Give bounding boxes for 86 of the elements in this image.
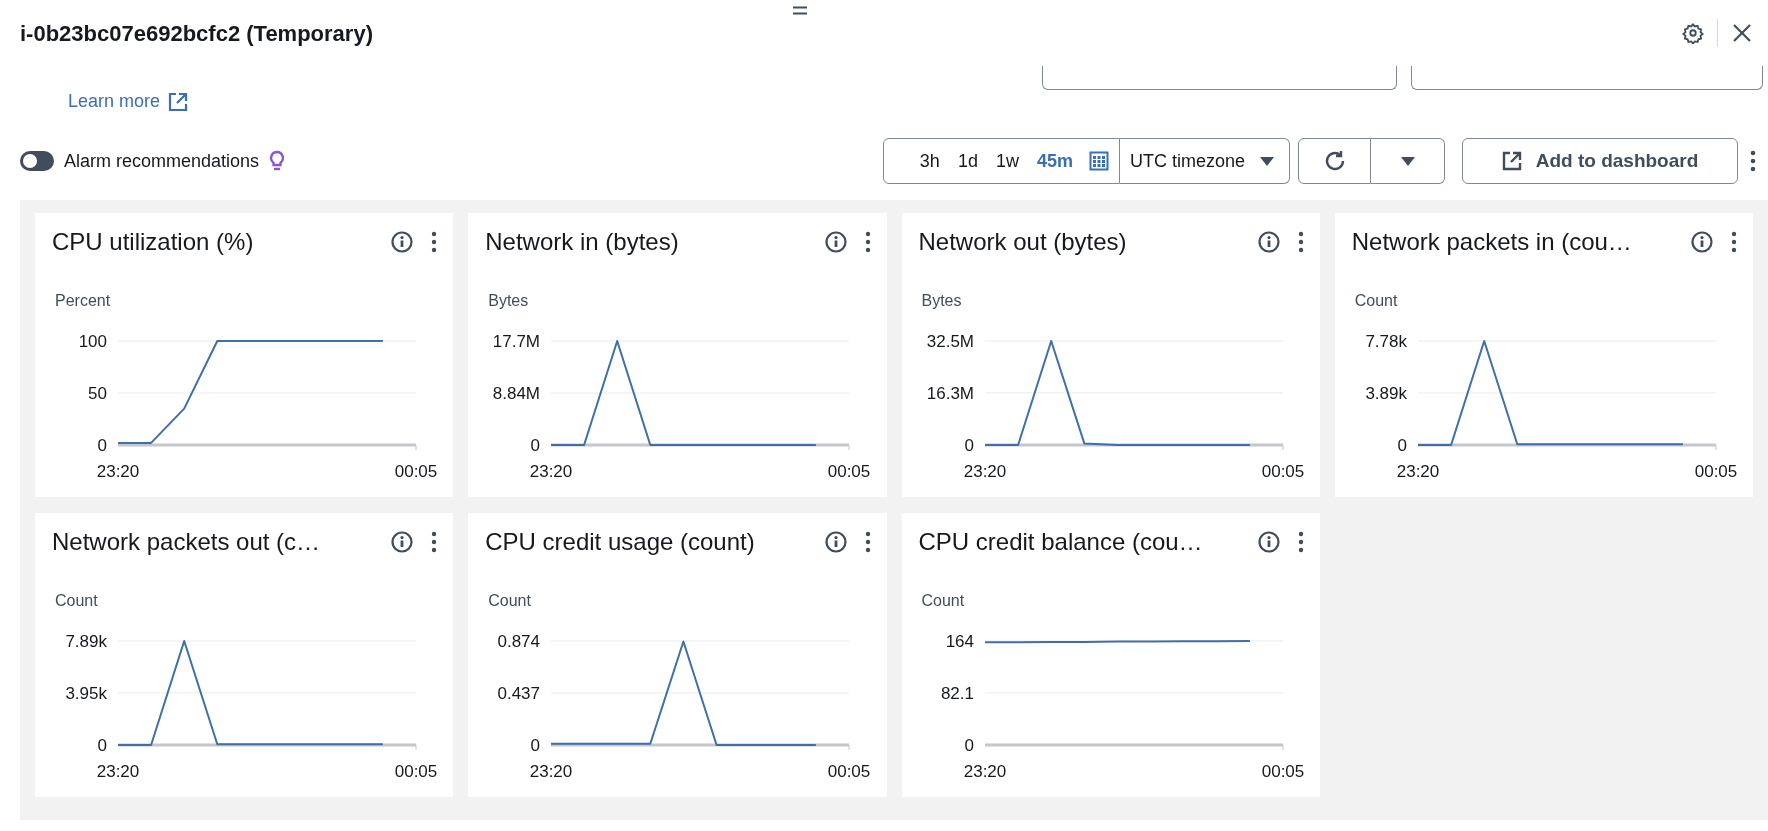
widget-title: CPU credit balance (cou… [918,527,1203,557]
axis-tick-label: 0 [1397,436,1407,455]
timezone-dropdown[interactable]: UTC timezone [1119,138,1290,184]
info-icon[interactable] [824,231,847,253]
axis-tick-label: 0.437 [497,684,541,703]
calendar-icon[interactable] [1088,151,1109,171]
info-icon[interactable] [824,531,847,553]
axis-title: Bytes [487,291,530,311]
axis-tick-label: 23:20 [530,762,573,781]
axis-tick-label: 0.874 [497,632,541,651]
toggle-switch[interactable] [20,151,54,171]
axis-tick-label: 0 [964,736,974,755]
axis-tick-label: 50 [88,384,107,403]
axis-tick-label: 23:20 [530,462,573,481]
axis-tick-label: 23:20 [1396,462,1439,481]
axis-title: Count [920,591,966,611]
settings-icon[interactable] [1681,21,1705,45]
axis-tick-label: 164 [945,632,974,651]
axis-tick-label: 23:20 [96,762,140,781]
more-options-icon[interactable] [431,531,438,553]
axis-tick-label: 00:05 [394,762,438,781]
time-range-option[interactable]: 1w [995,147,1019,175]
more-options-icon[interactable] [1297,231,1304,253]
more-options-icon[interactable] [1297,531,1304,553]
axis-tick-label: 0 [964,436,974,455]
external-link-icon [1501,151,1522,171]
info-icon[interactable] [1257,231,1280,253]
axis-tick-label: 16.3M [926,383,974,403]
more-options-icon[interactable] [1750,150,1756,172]
widget-title: CPU utilization (%) [52,227,254,257]
more-options-icon[interactable] [864,531,871,553]
info-icon[interactable] [1257,531,1280,553]
widget-title: Network in (bytes) [485,227,679,257]
caret-down-icon [1259,155,1275,167]
axis-tick-label: 0 [530,736,541,755]
axis-tick-label: 0 [97,436,107,455]
widget-title: Network packets out (c… [52,527,321,557]
time-range-option[interactable]: 1d [957,147,978,175]
axis-tick-label: 23:20 [963,462,1006,481]
more-options-icon[interactable] [431,231,438,253]
axis-tick-label: 3.95k [65,683,107,703]
input-field[interactable] [1411,66,1763,90]
axis-tick-label: 32.5M [926,332,974,351]
drag-handle-icon[interactable] [792,6,808,15]
axis-tick-label: 00:05 [828,762,871,781]
axis-tick-label: 7.78k [1365,332,1407,351]
axis-tick-label: 82.1 [940,683,974,703]
learn-more-link[interactable]: Learn more [68,88,189,115]
axis-tick-label: 7.89k [65,632,107,651]
panel-title: i-0b23bc07e692bcfc2 (Temporary) [20,19,373,48]
axis-tick-label: 8.84M [493,384,541,404]
widget-title: CPU credit usage (count) [485,527,755,557]
axis-title: Bytes [920,291,963,311]
dropdown-button[interactable] [1371,138,1445,184]
more-options-icon[interactable] [1731,231,1737,253]
axis-tick-label: 0 [530,436,541,455]
axis-tick-label: 0 [97,736,107,755]
lightbulb-icon[interactable] [269,150,286,172]
axis-tick-label: 00:05 [394,462,438,481]
input-field[interactable] [1042,66,1397,90]
widget-title: Network out (bytes) [918,227,1127,257]
axis-title: Percent [54,291,112,311]
time-range-option[interactable]: 45m [1036,147,1073,175]
axis-tick-label: 00:05 [828,462,871,481]
more-options-icon[interactable] [864,231,871,253]
axis-title: Count [54,591,99,611]
axis-tick-label: 100 [78,332,107,351]
axis-tick-label: 17.7M [493,332,541,351]
external-link-icon [168,91,189,112]
caret-down-icon [1399,155,1416,167]
axis-tick-label: 00:05 [1261,462,1304,481]
info-icon[interactable] [391,531,414,553]
time-range-option[interactable]: 3h [919,147,940,175]
axis-tick-label: 23:20 [963,762,1006,781]
info-icon[interactable] [1691,231,1713,253]
widget-title: Network packets in (cou… [1351,227,1632,257]
refresh-button[interactable] [1298,138,1371,184]
axis-tick-label: 00:05 [1261,762,1304,781]
info-icon[interactable] [391,231,414,253]
axis-tick-label: 00:05 [1694,462,1737,481]
axis-tick-label: 3.89k [1365,384,1407,403]
axis-title: Count [1353,291,1399,311]
axis-title: Count [487,591,532,611]
toggle-label: Alarm recommendations [64,149,260,173]
axis-tick-label: 23:20 [96,462,140,481]
add-to-dashboard-button[interactable]: Add to dashboard [1462,138,1738,184]
